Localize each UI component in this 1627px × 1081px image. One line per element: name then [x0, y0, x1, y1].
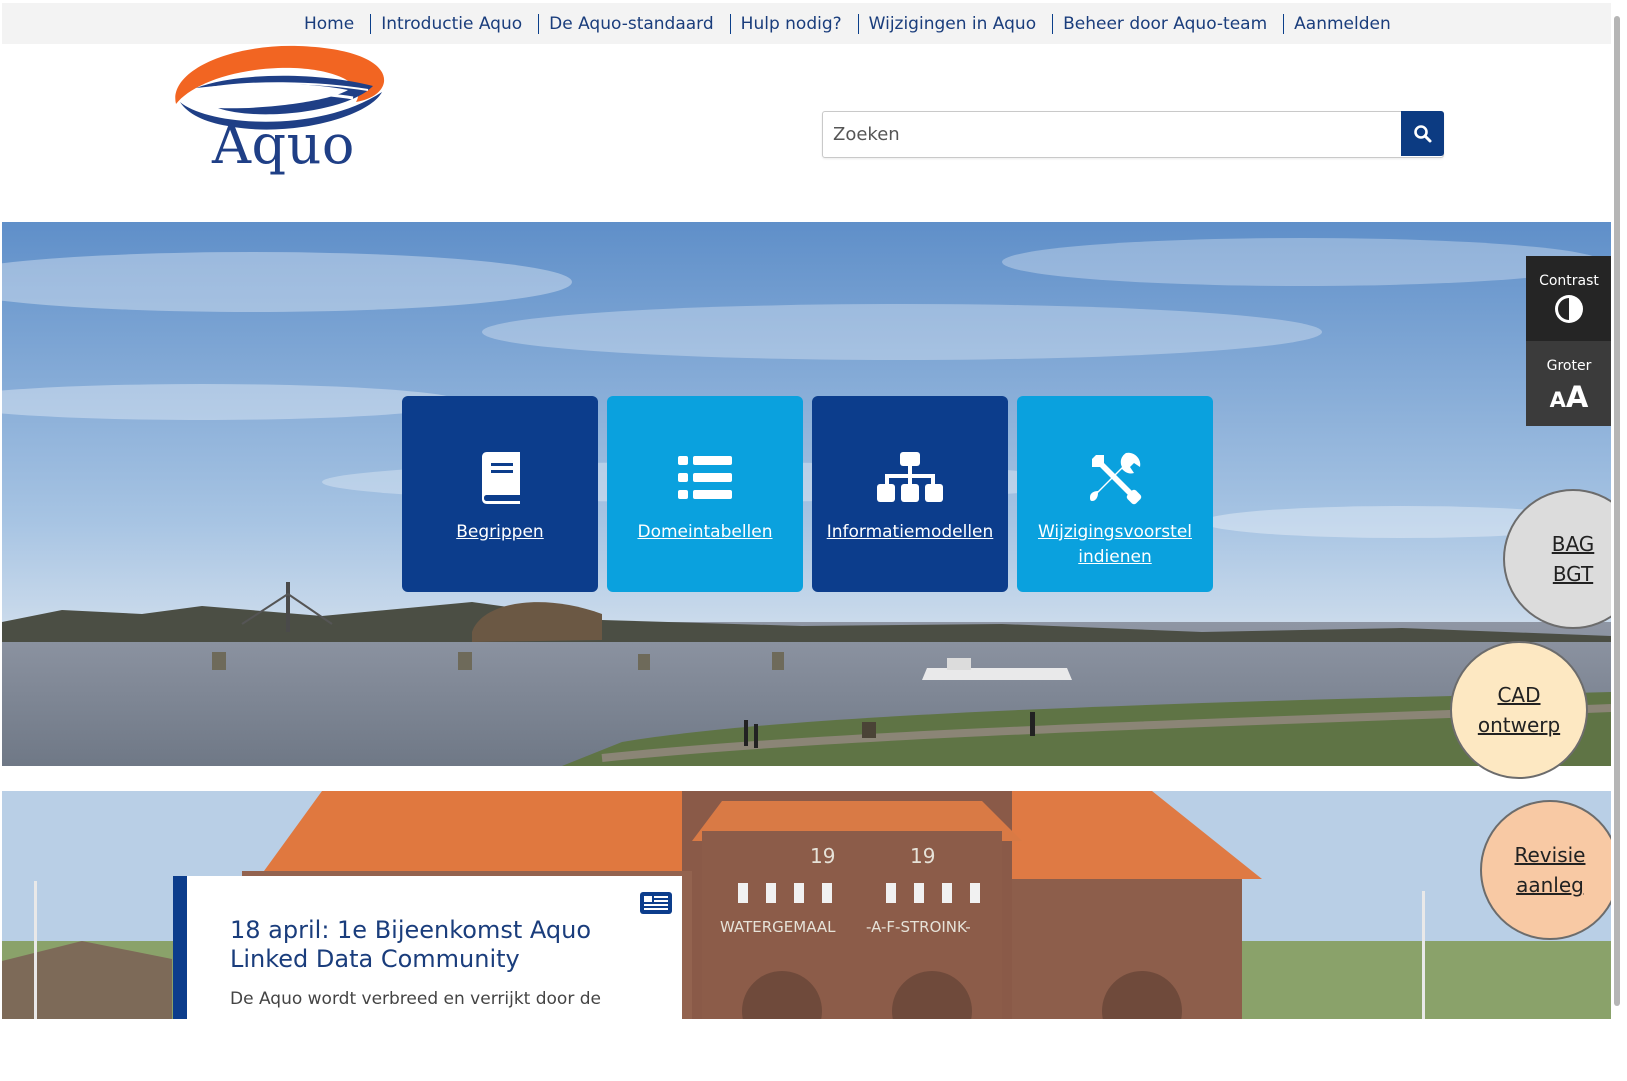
top-navigation: Home Introductie Aquo De Aquo-standaard …	[2, 3, 1611, 44]
building-year-right: 19	[910, 844, 935, 868]
nav-link-home[interactable]: Home	[302, 14, 356, 34]
building-year-left: 19	[810, 844, 835, 868]
text-size-glyph-big: A	[1565, 380, 1589, 414]
text-size-icon: AA	[1550, 380, 1589, 414]
nav-link-hulp[interactable]: Hulp nodig?	[739, 14, 844, 34]
tile-domeintabellen-label: Domeintabellen	[637, 522, 773, 542]
tile-informatiemodellen-label: Informatiemodellen	[826, 522, 994, 542]
revisie-aanleg-link[interactable]: Revisie aanleg	[1480, 800, 1620, 940]
accessibility-panel: Contrast Groter AA	[1526, 256, 1612, 426]
search-input[interactable]	[823, 112, 1401, 157]
news-section: 19 19 WATERGEMAAL -A-F-STROINK- 18 april…	[2, 791, 1611, 1019]
vertical-scrollbar[interactable]	[1611, 0, 1627, 1020]
search-icon	[1413, 124, 1431, 142]
building-sign-right: -A-F-STROINK-	[866, 918, 971, 936]
tile-begrippen[interactable]: Begrippen	[402, 396, 598, 592]
nav-link-beheer[interactable]: Beheer door Aquo-team	[1061, 14, 1269, 34]
tools-icon	[1088, 450, 1142, 506]
tile-wijzigingsvoorstel[interactable]: Wijzigingsvoorstel indienen	[1017, 396, 1213, 592]
contrast-icon	[1555, 295, 1583, 323]
contrast-toggle[interactable]: Contrast	[1526, 256, 1612, 341]
nav-link-aanmelden[interactable]: Aanmelden	[1292, 14, 1393, 34]
text-size-toggle[interactable]: Groter AA	[1526, 341, 1612, 426]
logo-wordmark: Aquo	[212, 113, 355, 176]
sitemap-icon	[877, 450, 943, 506]
book-icon	[476, 450, 524, 506]
text-size-glyph-small: A	[1549, 388, 1566, 412]
tile-domeintabellen[interactable]: Domeintabellen	[607, 396, 803, 592]
news-excerpt: De Aquo wordt verbreed en verrijkt door …	[230, 989, 601, 1009]
nav-link-introductie[interactable]: Introductie Aquo	[379, 14, 524, 34]
newspaper-icon	[640, 892, 672, 918]
hero-banner: Begrippen Domeintabellen Informatiemodel…	[2, 222, 1611, 766]
news-card[interactable]: 18 april: 1e Bijeenkomst Aquo Linked Dat…	[173, 876, 682, 1019]
search-form	[822, 111, 1444, 158]
cad-ontwerp-link[interactable]: CAD ontwerp	[1450, 641, 1588, 779]
search-button[interactable]	[1401, 111, 1444, 156]
tile-wijzigingsvoorstel-label: Wijzigingsvoorstel indienen	[1037, 522, 1193, 567]
hero-tiles: Begrippen Domeintabellen Informatiemodel…	[402, 396, 1213, 592]
nav-link-aquo-standaard[interactable]: De Aquo-standaard	[547, 14, 716, 34]
list-icon	[678, 450, 732, 506]
contrast-label: Contrast	[1539, 273, 1599, 289]
news-title[interactable]: 18 april: 1e Bijeenkomst Aquo Linked Dat…	[230, 916, 650, 974]
building-sign-left: WATERGEMAAL	[720, 918, 836, 936]
text-size-label: Groter	[1546, 358, 1592, 374]
nav-link-wijzigingen[interactable]: Wijzigingen in Aquo	[867, 14, 1038, 34]
scrollbar-thumb[interactable]	[1614, 16, 1620, 1006]
tile-informatiemodellen[interactable]: Informatiemodellen	[812, 396, 1008, 592]
tile-begrippen-label: Begrippen	[456, 522, 544, 542]
